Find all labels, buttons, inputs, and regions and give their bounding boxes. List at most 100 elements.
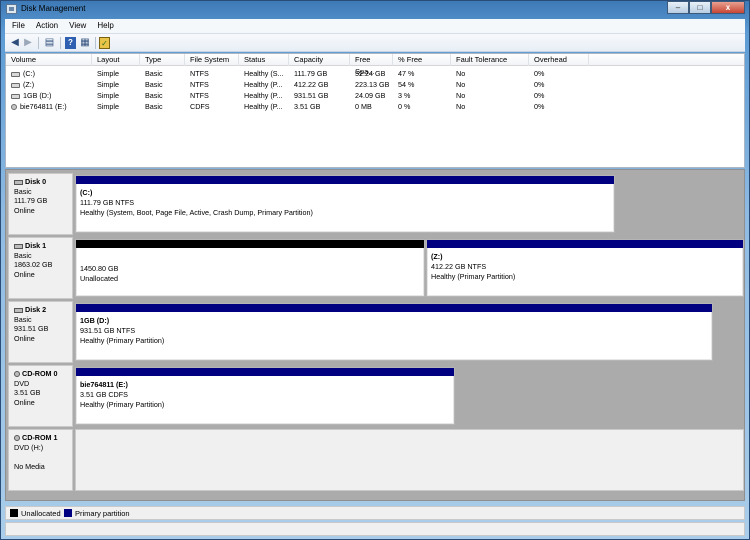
volume-cell-pct: 0 % (398, 102, 411, 111)
volume-cell-layout: Simple (97, 69, 119, 78)
volume-cell-fs: NTFS (190, 91, 209, 100)
volume-cell-type: Basic (145, 91, 163, 100)
status-bar (5, 522, 745, 536)
volume-cell-free: 24.09 GB (355, 91, 386, 100)
volume-cell-capacity: 931.51 GB (294, 91, 329, 100)
cd-drive-icon (11, 104, 17, 111)
unallocated-swatch-icon (10, 509, 18, 517)
column-header-file-system[interactable]: File System (185, 54, 239, 66)
partition-z[interactable]: (Z:) 412.22 GB NTFS Healthy (Primary Par… (426, 239, 744, 297)
volume-cell-layout: Simple (97, 102, 119, 111)
hard-disk-icon (14, 307, 23, 313)
column-header-capacity[interactable]: Capacity (289, 54, 350, 66)
volume-cell-volume: bie764811 (E:) (6, 101, 92, 112)
hard-disk-icon (14, 243, 23, 249)
volume-cell-fault: No (456, 69, 466, 78)
disk-management-window: Disk Management – □ x File Action View Help… (0, 0, 750, 540)
volume-row[interactable]: bie764811 (E:) Simple Basic CDFS Healthy (P.… (6, 101, 744, 112)
disk-0-label[interactable]: Disk 0 Basic 111.79 GB Online (8, 173, 73, 235)
help-icon[interactable]: ? (65, 37, 76, 49)
volume-disk-icon (11, 93, 20, 99)
primary-partition-swatch-icon (64, 509, 72, 517)
volume-cell-capacity: 412.22 GB (294, 80, 329, 89)
menu-help[interactable]: Help (90, 19, 117, 30)
disk-management-app-icon[interactable] (6, 4, 17, 14)
volume-cell-overhead: 0% (534, 91, 545, 100)
volume-cell-layout: Simple (97, 91, 119, 100)
disk-graphical-view: Disk 0 Basic 111.79 GB Online (C:) 111.7… (5, 169, 745, 501)
column-header-type[interactable]: Type (140, 54, 185, 66)
properties-icon[interactable]: ▦ (79, 37, 91, 49)
window-title: Disk Management (21, 4, 86, 13)
back-arrow-icon[interactable]: ◀ (9, 37, 21, 49)
partition-e[interactable]: bie764811 (E:) 3.51 GB CDFS Healthy (Pri… (75, 367, 455, 425)
disk-1-label[interactable]: Disk 1 Basic 1863.02 GB Online (8, 237, 73, 299)
volume-name: (Z:) (23, 80, 35, 89)
cdrom-0-row: CD-ROM 0 DVD 3.51 GB Online bie764811 (E… (8, 365, 744, 427)
volume-row[interactable]: 1GB (D:) Simple Basic NTFS Healthy (P... 931.… (6, 90, 744, 101)
volume-cell-fault: No (456, 80, 466, 89)
forward-arrow-icon[interactable]: ▶ (22, 37, 34, 49)
volume-disk-icon (11, 71, 20, 77)
volume-name: 1GB (D:) (23, 91, 52, 100)
legend-primary-partition: Primary partition (64, 509, 130, 518)
unallocated-space[interactable]: 1450.80 GB Unallocated (75, 239, 425, 297)
volume-cell-pct: 54 % (398, 80, 415, 89)
volume-cell-status: Healthy (P... (244, 80, 283, 89)
unallocated-bar (76, 240, 424, 248)
volume-list-header: Volume Layout Type File System Status Ca… (6, 54, 744, 76)
menu-file[interactable]: File (5, 19, 29, 30)
volume-disk-icon (11, 82, 20, 88)
volume-cell-fs: NTFS (190, 69, 209, 78)
partition-d[interactable]: 1GB (D:) 931.51 GB NTFS Healthy (Primary… (75, 303, 713, 361)
minimize-button[interactable]: – (667, 1, 689, 14)
volume-cell-status: Healthy (S... (244, 69, 284, 78)
volume-cell-capacity: 3.51 GB (294, 102, 321, 111)
volume-cell-type: Basic (145, 102, 163, 111)
close-button[interactable]: x (711, 1, 745, 14)
cdrom-0-label[interactable]: CD-ROM 0 DVD 3.51 GB Online (8, 365, 73, 427)
volume-cell-type: Basic (145, 80, 163, 89)
volume-cell-type: Basic (145, 69, 163, 78)
legend-unallocated: Unallocated (10, 509, 61, 518)
volume-cell-layout: Simple (97, 80, 119, 89)
volume-cell-overhead: 0% (534, 69, 545, 78)
volume-row[interactable]: (Z:) Simple Basic NTFS Healthy (P... 412.22 G… (6, 79, 744, 90)
disk-2-label[interactable]: Disk 2 Basic 931.51 GB Online (8, 301, 73, 363)
column-header-volume[interactable]: Volume (6, 54, 92, 66)
disk-check-icon[interactable]: ✓ (99, 37, 110, 49)
cd-drive-icon (14, 371, 20, 378)
volume-row[interactable]: (C:) Simple Basic NTFS Healthy (S... 111.79 G… (6, 68, 744, 79)
volume-cell-status: Healthy (P... (244, 102, 283, 111)
column-header-layout[interactable]: Layout (92, 54, 140, 66)
show-hide-console-tree-icon[interactable]: ▤ (43, 37, 56, 49)
column-header-overhead[interactable]: Overhead (529, 54, 589, 66)
menu-view[interactable]: View (62, 19, 90, 30)
menu-action[interactable]: Action (29, 19, 62, 30)
column-header-free-space[interactable]: Free Spa... (350, 54, 393, 76)
disk-2-row: Disk 2 Basic 931.51 GB Online 1GB (D:) 9… (8, 301, 744, 363)
cdrom-1-row: CD-ROM 1 DVD (H:) No Media (8, 429, 744, 491)
volume-cell-free: 223.13 GB (355, 80, 390, 89)
maximize-button[interactable]: □ (689, 1, 711, 14)
column-header-fault-tolerance[interactable]: Fault Tolerance (451, 54, 529, 66)
volume-cell-fs: NTFS (190, 80, 209, 89)
column-header-percent-free[interactable]: % Free (393, 54, 451, 66)
volume-cell-pct: 3 % (398, 91, 411, 100)
volume-cell-status: Healthy (P... (244, 91, 283, 100)
volume-cell-overhead: 0% (534, 102, 545, 111)
hard-disk-icon (14, 179, 23, 185)
primary-partition-bar (76, 176, 614, 184)
primary-partition-bar (427, 240, 743, 248)
cd-drive-icon (14, 435, 20, 442)
legend: Unallocated Primary partition (5, 506, 745, 520)
cdrom-1-label[interactable]: CD-ROM 1 DVD (H:) No Media (8, 429, 73, 491)
volume-cell-fault: No (456, 91, 466, 100)
column-header-status[interactable]: Status (239, 54, 289, 66)
partition-c[interactable]: (C:) 111.79 GB NTFS Healthy (System, Boo… (75, 175, 615, 233)
primary-partition-bar (76, 304, 712, 312)
volume-cell-capacity: 111.79 GB (294, 69, 328, 78)
volume-name: bie764811 (E:) (20, 102, 67, 111)
title-bar[interactable]: Disk Management – □ x (1, 1, 749, 19)
disk-1-row: Disk 1 Basic 1863.02 GB Online 1450.80 G… (8, 237, 744, 299)
